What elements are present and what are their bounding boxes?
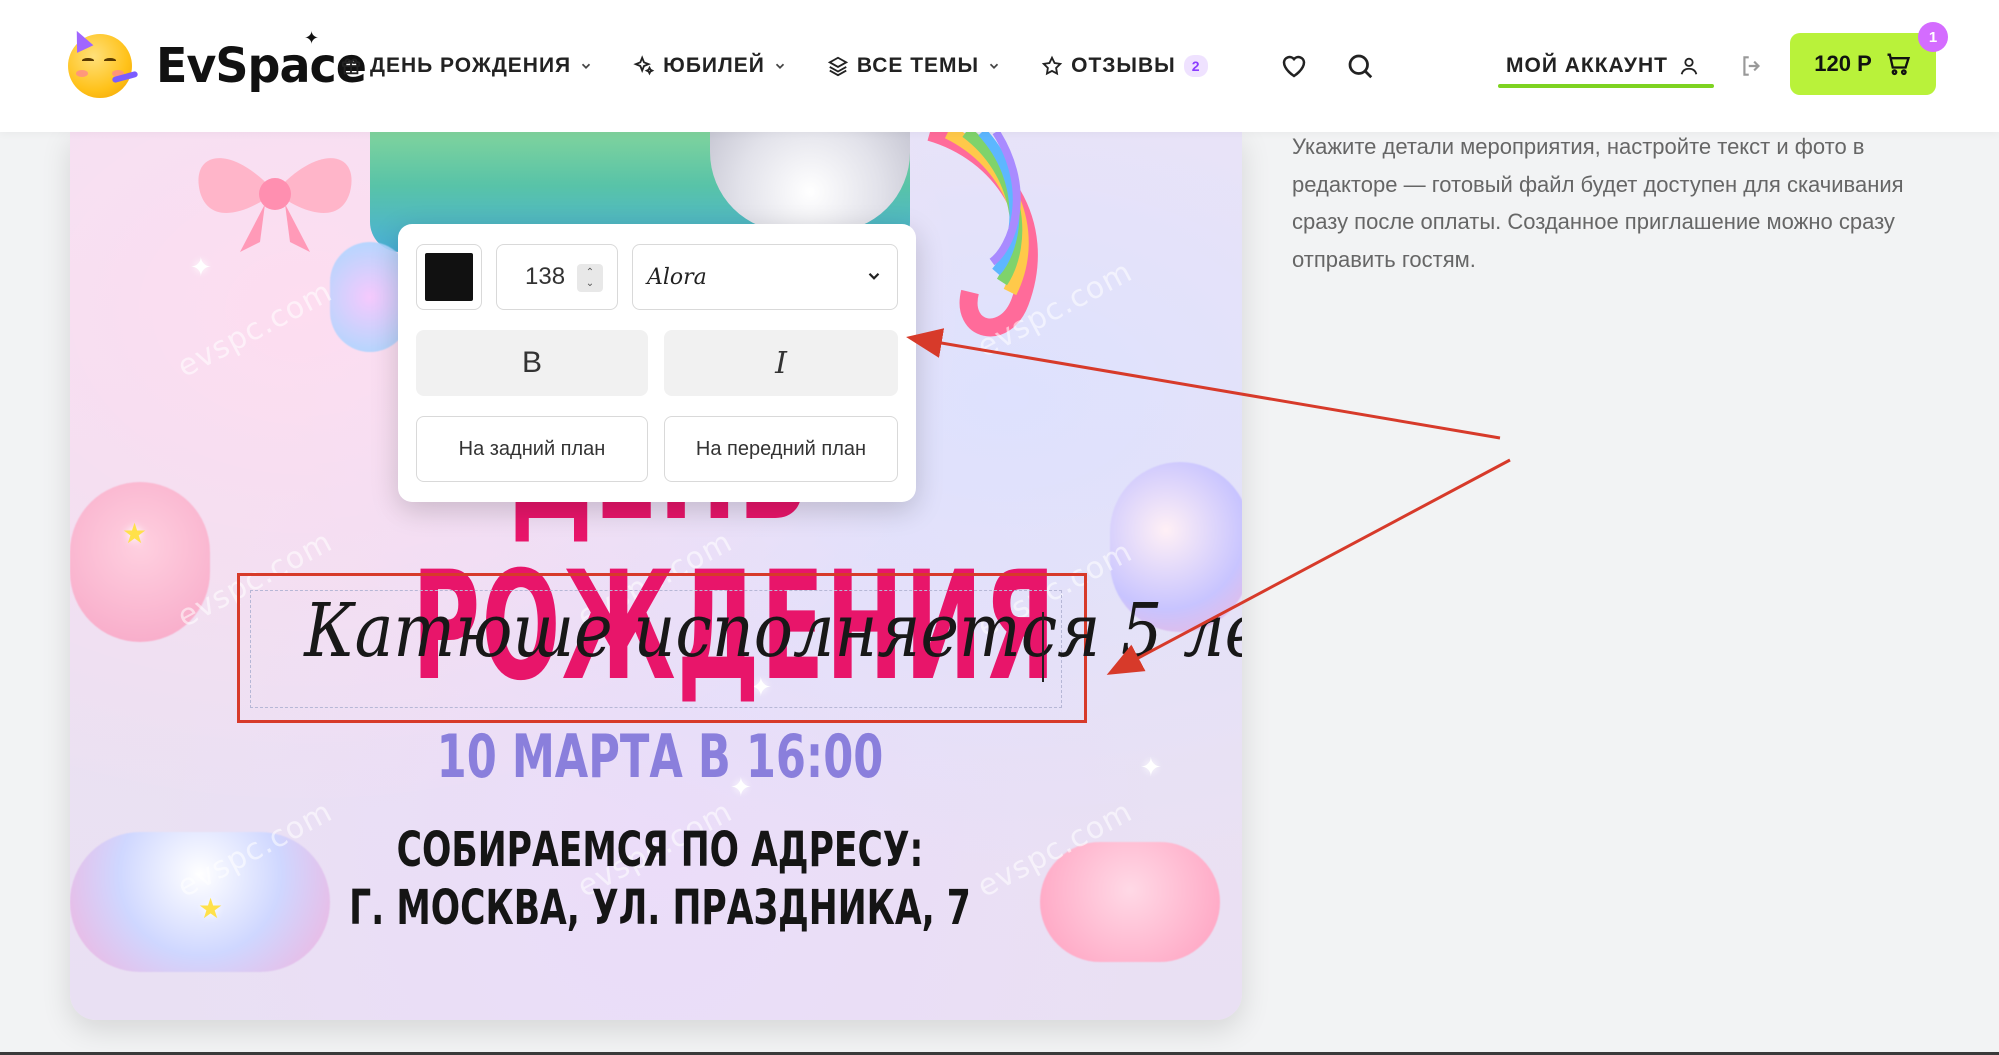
text-color-picker[interactable]: [416, 244, 482, 310]
my-account-link[interactable]: МОЙ АККАУНТ: [1500, 44, 1706, 88]
text-style-toolbar: 138 ⌃ ⌄ Alora B I На задний план На пере…: [398, 224, 916, 502]
search-icon: [1348, 54, 1373, 79]
star-icon: [1041, 55, 1063, 76]
nav-all-themes[interactable]: ВСЕ ТЕМЫ: [827, 54, 1001, 78]
cart-button[interactable]: 120 Р: [1790, 33, 1936, 95]
reviews-count-badge: 2: [1183, 55, 1208, 77]
sparkle-icon: ✦: [190, 252, 212, 282]
nav-label: ЮБИЛЕЙ: [663, 54, 765, 77]
bow-decoration: [198, 158, 352, 252]
nav-birthday[interactable]: ДЕНЬ РОЖДЕНИЯ: [340, 54, 593, 78]
star-icon: ★: [122, 518, 148, 549]
account-underline: [1498, 84, 1714, 88]
font-size-value: 138: [525, 263, 566, 290]
nav-reviews[interactable]: ОТЗЫВЫ 2: [1041, 54, 1208, 78]
chevron-down-icon: [868, 272, 880, 280]
search-button[interactable]: [1340, 46, 1380, 86]
site-header: EvSpace ✦ ДЕНЬ РОЖДЕНИЯ ЮБИЛЕЙ ВСЕ ТЕМЫ …: [0, 0, 1999, 132]
logo-text: EvSpace: [156, 36, 367, 94]
gift-icon: [341, 58, 361, 75]
account-label: МОЙ АККАУНТ: [1506, 54, 1668, 77]
favorites-button[interactable]: [1274, 46, 1314, 86]
font-size-input[interactable]: 138 ⌃ ⌄: [496, 244, 618, 310]
font-family-select[interactable]: Alora: [632, 244, 898, 310]
chevron-down-icon: [775, 63, 784, 69]
cart-count-badge: 1: [1918, 22, 1948, 52]
logo[interactable]: EvSpace ✦: [68, 27, 367, 100]
text-caret: [1042, 612, 1044, 682]
user-icon: [1680, 57, 1698, 75]
color-swatch: [425, 253, 473, 301]
font-family-value: Alora: [647, 264, 707, 290]
bring-to-front-button[interactable]: На передний план: [664, 416, 898, 482]
invitation-address-line2[interactable]: Г. МОСКВА, УЛ. ПРАЗДНИКА, 7: [322, 880, 999, 936]
send-to-back-button[interactable]: На задний план: [416, 416, 648, 482]
cart-icon: [1887, 53, 1910, 76]
logout-button[interactable]: [1732, 46, 1772, 86]
font-size-stepper[interactable]: ⌃ ⌄: [577, 264, 603, 292]
chevron-down-icon[interactable]: ⌄: [586, 278, 594, 289]
sparkle-icon: ✦: [304, 28, 320, 48]
nav-label: ОТЗЫВЫ: [1071, 54, 1176, 77]
nav-label: ДЕНЬ РОЖДЕНИЯ: [370, 54, 572, 77]
editor-description: Укажите детали мероприятия, настройте те…: [1292, 134, 1904, 272]
party-face-icon: [68, 27, 139, 98]
watermark: evspc.com: [171, 274, 339, 385]
logout-icon: [1743, 56, 1761, 76]
chevron-up-icon[interactable]: ⌃: [586, 267, 594, 278]
sparkle-icon: ✦: [1140, 752, 1162, 782]
selected-text-element[interactable]: Катюше исполняется 5 лет!: [304, 588, 1242, 674]
nav-label: ВСЕ ТЕМЫ: [856, 54, 980, 77]
invitation-date[interactable]: 10 МАРТА В 16:00: [372, 722, 948, 792]
chevron-down-icon: [582, 63, 591, 69]
cart-total: 120 Р: [1814, 51, 1872, 76]
italic-button[interactable]: I: [664, 330, 898, 396]
sparkles-icon: [633, 55, 655, 76]
layers-icon: [827, 56, 848, 77]
chevron-down-icon: [989, 63, 999, 69]
bold-button[interactable]: B: [416, 330, 648, 396]
invitation-address-line1[interactable]: СОБИРАЕМСЯ ПО АДРЕСУ:: [322, 822, 999, 878]
nav-jubilee[interactable]: ЮБИЛЕЙ: [633, 54, 787, 78]
heart-icon: [1282, 55, 1306, 78]
main-nav: ДЕНЬ РОЖДЕНИЯ ЮБИЛЕЙ ВСЕ ТЕМЫ ОТЗЫВЫ 2: [340, 46, 1248, 86]
